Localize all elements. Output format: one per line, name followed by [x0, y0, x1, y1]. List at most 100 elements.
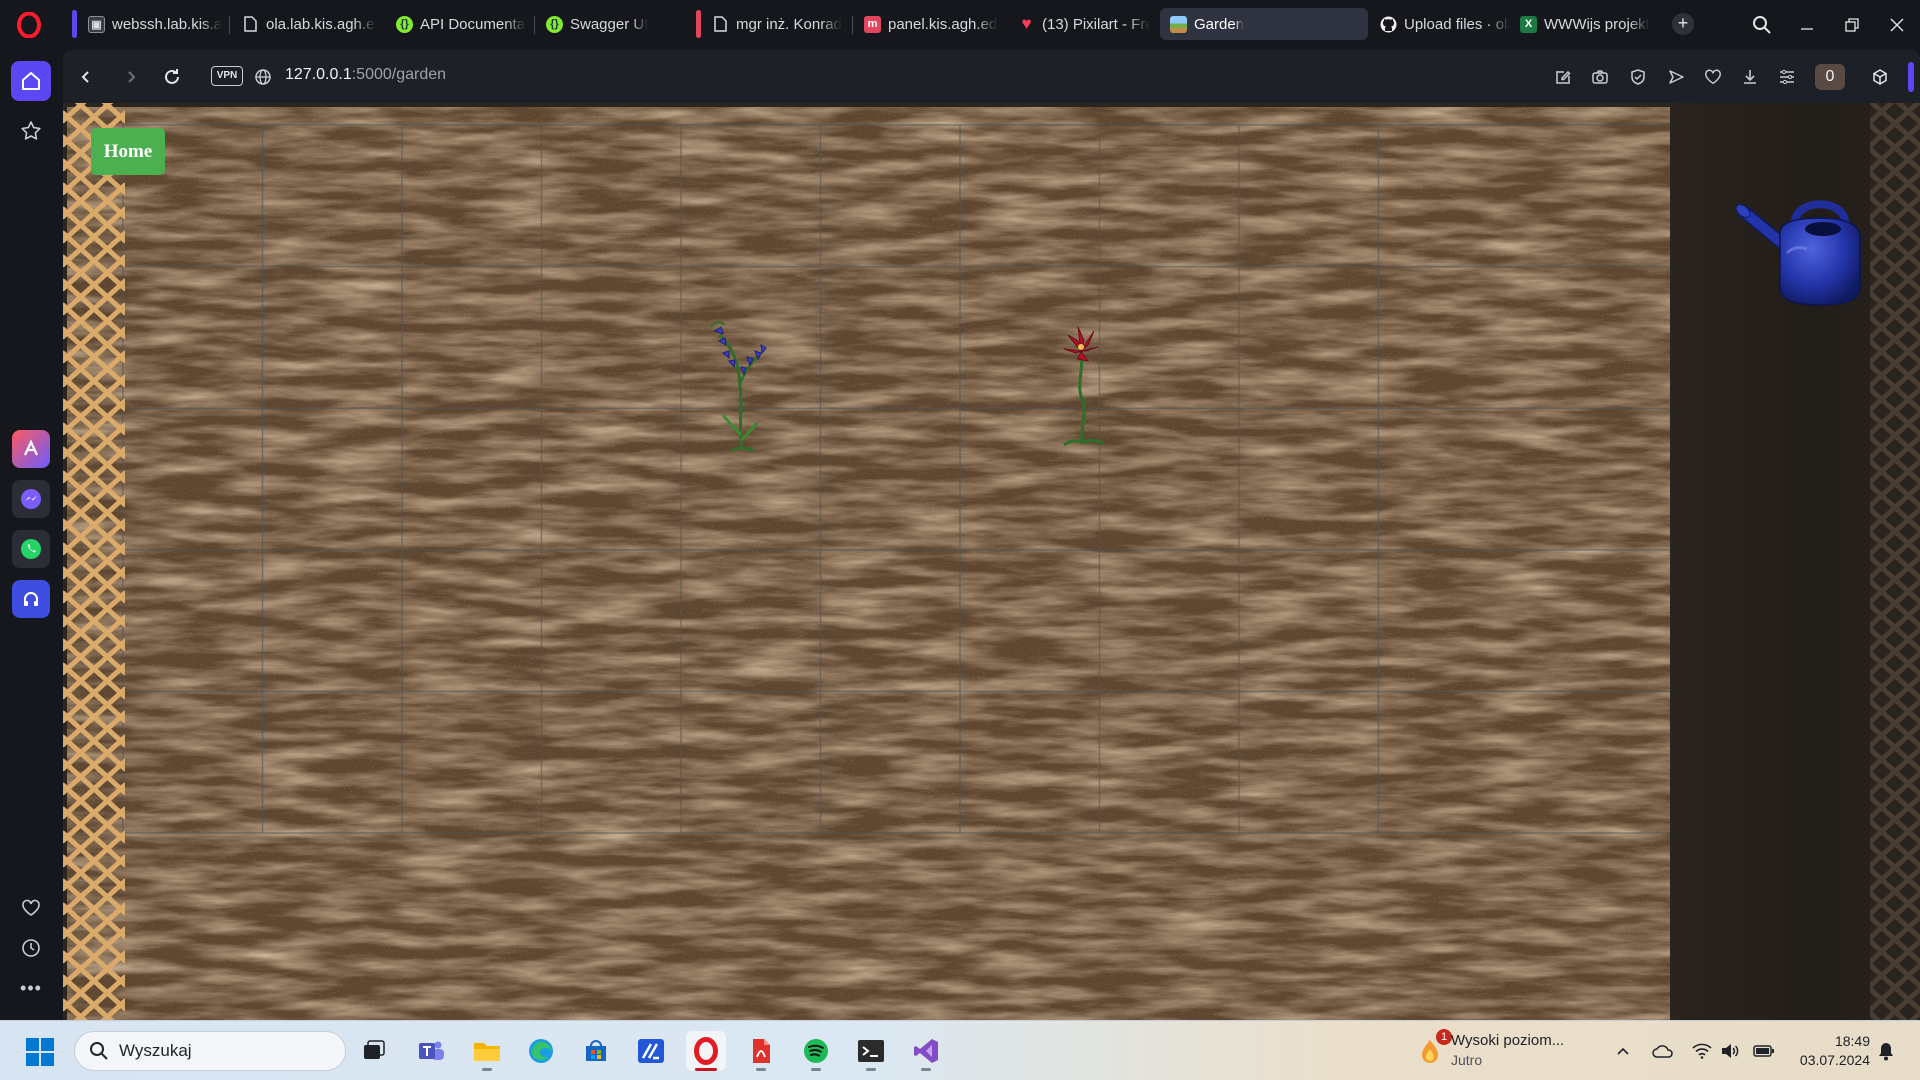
forward-button[interactable] [118, 64, 144, 90]
bluebell-plant[interactable] [701, 315, 781, 455]
url-field[interactable]: 127.0.0.1:5000/garden [285, 66, 446, 84]
red-lily-plant[interactable] [1048, 321, 1118, 451]
windows-start-icon[interactable] [24, 1036, 56, 1068]
minimize-button[interactable] [1792, 10, 1822, 40]
url-path: :5000/garden [351, 66, 447, 83]
easy-settings-button[interactable] [1775, 65, 1799, 89]
terminal-app[interactable] [851, 1031, 891, 1071]
task-view-button[interactable] [354, 1031, 394, 1071]
ms-store-app[interactable] [576, 1031, 616, 1071]
tab-mgr-konrad[interactable]: mgr inż. Konrad [702, 8, 850, 40]
spotify-icon [804, 1039, 828, 1063]
tab-github-upload[interactable]: Upload files · ola [1370, 8, 1516, 40]
speed-dial-button[interactable] [11, 111, 51, 151]
extensions-button[interactable] [1868, 65, 1892, 89]
tab-label: WWWijs projekt [1544, 15, 1650, 33]
chevron-right-icon [128, 71, 136, 83]
music-player-button[interactable] [12, 580, 50, 618]
taskbar-search-box[interactable]: Wyszukaj [74, 1031, 346, 1071]
whatsapp-icon [21, 539, 41, 559]
edit-icon [1556, 70, 1571, 84]
search-placeholder: Wyszukaj [119, 1041, 192, 1060]
page-favicon-icon [712, 16, 729, 33]
tab-group-indicator [72, 10, 77, 38]
tab-api-documentation[interactable]: {} API Documentat [386, 8, 532, 40]
whatsapp-button[interactable] [12, 530, 50, 568]
house-icon [22, 72, 40, 90]
wifi-tray-icon[interactable] [1690, 1040, 1714, 1062]
file-explorer-app[interactable] [467, 1031, 507, 1071]
clock-date: 03.07.2024 [1799, 1052, 1870, 1068]
easy-setup-button[interactable] [1551, 65, 1575, 89]
volume-tray-icon[interactable] [1718, 1040, 1742, 1062]
opera-app[interactable] [686, 1031, 726, 1071]
tab-search-icon[interactable] [1747, 10, 1777, 40]
snapshot-button[interactable] [1588, 65, 1612, 89]
tab-label: mgr inż. Konrad [736, 15, 842, 33]
shield-icon [1631, 69, 1645, 85]
spotify-app[interactable] [796, 1031, 836, 1071]
tab-group-indicator [696, 10, 701, 38]
tab-label: API Documentat [420, 15, 526, 33]
tab-strip: ▣ webssh.lab.kis.ag ola.lab.kis.agh.ed {… [0, 0, 1920, 50]
history-button[interactable] [11, 928, 51, 968]
tab-ola-lab[interactable]: ola.lab.kis.agh.ed [232, 8, 382, 40]
system-clock[interactable]: 18:49 03.07.2024 [1790, 1032, 1870, 1070]
task-view-icon [364, 1040, 385, 1059]
new-tab-button[interactable]: + [1672, 13, 1694, 35]
chevron-up-icon [1617, 1047, 1629, 1055]
weather-subtitle: Jutro [1451, 1052, 1483, 1068]
watering-can-icon[interactable] [1735, 193, 1875, 313]
download-icon [1744, 70, 1756, 84]
tracker-counter-badge[interactable]: 0 [1815, 64, 1845, 90]
send-icon [1669, 70, 1684, 84]
tab-panel-kis[interactable]: m panel.kis.agh.edu [854, 8, 1004, 40]
visual-studio-app[interactable] [906, 1031, 946, 1071]
opera-logo-icon[interactable] [16, 12, 42, 38]
site-info-icon[interactable] [250, 64, 276, 90]
bookmark-heart-button[interactable] [1701, 65, 1725, 89]
garden-favicon-icon [1170, 15, 1187, 33]
settings-sliders-icon [1780, 69, 1794, 85]
camera-icon [1592, 70, 1608, 84]
ide-icon [638, 1039, 664, 1063]
notifications-button[interactable] [1874, 1040, 1898, 1062]
close-button[interactable] [1882, 10, 1912, 40]
profile-accent-bar [1908, 62, 1914, 92]
tab-wwwijs-projekt[interactable]: X WWWijs projekt [1510, 8, 1662, 40]
messenger-icon [21, 489, 41, 509]
heart-favicon-icon: ♥ [1021, 14, 1032, 33]
teams-app[interactable] [411, 1031, 451, 1071]
tab-webssh[interactable]: ▣ webssh.lab.kis.ag [78, 8, 228, 40]
pdf-reader-app[interactable] [741, 1031, 781, 1071]
restore-button[interactable] [1837, 10, 1867, 40]
tab-swagger-ui[interactable]: {} Swagger UI [536, 8, 676, 40]
weather-widget[interactable]: 1 Wysoki poziom... Jutro [1415, 1029, 1565, 1073]
edge-app[interactable] [521, 1031, 561, 1071]
aria-ai-button[interactable] [12, 430, 50, 468]
adblock-button[interactable] [1626, 65, 1650, 89]
messenger-button[interactable] [12, 480, 50, 518]
store-icon [586, 1040, 606, 1061]
tab-garden[interactable]: Garden [1160, 8, 1368, 40]
onedrive-tray-icon[interactable] [1651, 1040, 1675, 1062]
headphones-icon [24, 592, 38, 606]
home-sidebar-button[interactable] [11, 61, 51, 101]
address-bar: VPN 127.0.0.1:5000/garden 0 [63, 50, 1920, 103]
tab-pixilart[interactable]: ♥ (13) Pixilart - Fre [1008, 8, 1156, 40]
downloads-button[interactable] [1738, 65, 1762, 89]
flow-button[interactable] [1664, 65, 1688, 89]
battery-tray-icon[interactable] [1752, 1040, 1776, 1062]
pinboards-button[interactable] [11, 888, 51, 928]
show-hidden-icons-button[interactable] [1611, 1040, 1635, 1062]
heart-icon [1705, 69, 1721, 85]
ide-app[interactable] [631, 1031, 671, 1071]
weather-title: Wysoki poziom... [1451, 1032, 1565, 1049]
garden-page: Home [63, 103, 1920, 1020]
home-button[interactable]: Home [91, 128, 165, 175]
windows-taskbar: Wyszukaj 1 Wysoki poziom... Jutro 18:49 … [0, 1020, 1920, 1080]
back-button[interactable] [73, 64, 99, 90]
vpn-badge[interactable]: VPN [211, 66, 243, 86]
reload-button[interactable] [159, 64, 185, 90]
more-options-icon[interactable]: ••• [11, 968, 51, 1008]
